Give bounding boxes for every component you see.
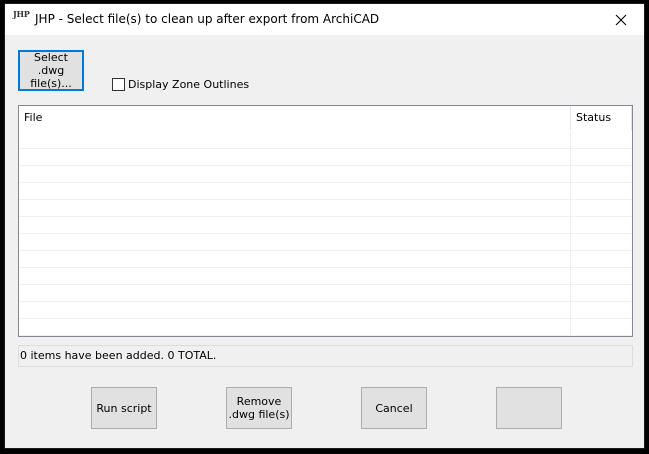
dialog-window: JHP JHP - Select file(s) to clean up aft… bbox=[4, 3, 645, 449]
status-bar: 0 items have been added. 0 TOTAL. bbox=[18, 345, 633, 367]
empty-list-row bbox=[19, 217, 632, 234]
column-separator bbox=[570, 183, 571, 200]
column-separator bbox=[570, 200, 571, 217]
empty-list-row bbox=[19, 132, 632, 149]
column-separator bbox=[570, 234, 571, 251]
checkbox-box[interactable] bbox=[112, 78, 125, 91]
list-header: File Status bbox=[19, 106, 632, 130]
close-button[interactable] bbox=[598, 4, 644, 35]
column-separator bbox=[570, 166, 571, 183]
empty-list-row bbox=[19, 166, 632, 183]
window-title: JHP - Select file(s) to clean up after e… bbox=[35, 12, 380, 26]
close-icon bbox=[615, 14, 627, 25]
file-list-view[interactable]: File Status bbox=[18, 105, 633, 337]
status-text: 0 items have been added. 0 TOTAL. bbox=[20, 349, 217, 362]
column-separator bbox=[570, 251, 571, 268]
column-separator bbox=[570, 217, 571, 234]
display-zone-outlines-checkbox[interactable]: Display Zone Outlines bbox=[112, 78, 249, 91]
checkbox-label: Display Zone Outlines bbox=[128, 78, 250, 91]
empty-list-row bbox=[19, 200, 632, 217]
select-dwg-files-button[interactable]: Select .dwg file(s)... bbox=[18, 50, 84, 91]
title-bar: JHP JHP - Select file(s) to clean up aft… bbox=[5, 4, 644, 35]
app-logo-icon: JHP bbox=[13, 9, 30, 19]
column-separator bbox=[570, 268, 571, 285]
cancel-button[interactable]: Cancel bbox=[361, 387, 427, 429]
column-header-file[interactable]: File bbox=[19, 106, 571, 130]
empty-list-row bbox=[19, 234, 632, 251]
empty-list-row bbox=[19, 149, 632, 166]
empty-list-row bbox=[19, 302, 632, 319]
column-separator bbox=[570, 285, 571, 302]
empty-list-row bbox=[19, 285, 632, 302]
empty-list-row bbox=[19, 319, 632, 336]
column-separator bbox=[570, 302, 571, 319]
blank-button[interactable] bbox=[496, 387, 562, 429]
remove-dwg-files-button[interactable]: Remove .dwg file(s) bbox=[226, 387, 292, 429]
empty-list-row bbox=[19, 251, 632, 268]
list-rows bbox=[19, 132, 632, 336]
column-separator bbox=[570, 132, 571, 149]
column-header-status[interactable]: Status bbox=[571, 106, 632, 130]
empty-list-row bbox=[19, 183, 632, 200]
empty-list-row bbox=[19, 268, 632, 285]
run-script-button[interactable]: Run script bbox=[91, 387, 157, 429]
column-separator bbox=[570, 149, 571, 166]
column-separator bbox=[570, 319, 571, 336]
